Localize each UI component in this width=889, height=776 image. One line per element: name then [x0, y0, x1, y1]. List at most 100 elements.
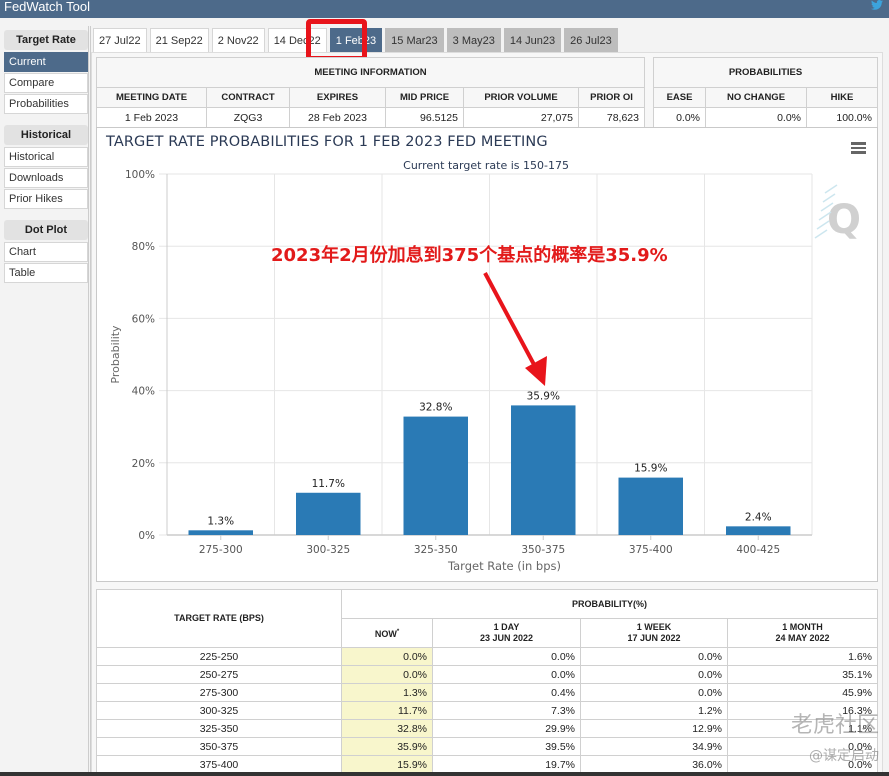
- probability-cell: 29.9%: [432, 719, 581, 738]
- col-1-month: 1 MONTH 24 MAY 2022: [727, 618, 878, 648]
- annotation-arrow-head: [525, 356, 547, 386]
- sidebar-item-current[interactable]: Current: [4, 52, 88, 72]
- watermark: 老虎社区: [790, 713, 879, 738]
- col-contract: CONTRACT: [206, 87, 290, 108]
- probability-cell: 1.6%: [727, 647, 878, 666]
- target-rate-cell: 375-400: [96, 755, 342, 774]
- y-tick-label: 60%: [132, 313, 155, 325]
- annotation-text: 2023年2月份加息到375个基点的概率是35.9%: [271, 245, 668, 266]
- x-tick-label: 300-325: [306, 544, 350, 556]
- col-mid-price: MID PRICE: [385, 87, 464, 108]
- watermark-handle: @谋定启动: [809, 748, 879, 764]
- data-label: 15.9%: [634, 463, 667, 475]
- col-now: NOW*: [341, 618, 433, 648]
- target-rate-cell: 275-300: [96, 683, 342, 702]
- tab-21-sep22[interactable]: 21 Sep22: [149, 28, 209, 52]
- probability-group-heading: PROBABILITY(%): [341, 589, 878, 619]
- table-row: 325-350 32.8% 29.9% 12.9% 1.1%: [96, 719, 878, 738]
- probability-history-table: TARGET RATE (BPS) PROBABILITY(%) NOW* 1 …: [96, 589, 878, 774]
- bar-350-375: [511, 405, 576, 535]
- target-rate-cell: 225-250: [96, 647, 342, 666]
- probability-cell: 0.0%: [341, 665, 433, 684]
- tab-3-may23[interactable]: 3 May23: [446, 28, 501, 52]
- tab-27-jul22[interactable]: 27 Jul22: [93, 28, 147, 52]
- prior-volume-value: 27,075: [463, 107, 579, 128]
- bar-375-400: [618, 477, 683, 535]
- col-1-day: 1 DAY 23 JUN 2022: [432, 618, 581, 648]
- sidebar-item-downloads[interactable]: Downloads: [4, 168, 88, 188]
- probability-cell: 12.9%: [580, 719, 728, 738]
- sidebar-item-table[interactable]: Table: [4, 263, 88, 283]
- hamburger-menu-icon[interactable]: [851, 142, 866, 154]
- y-tick-label: 100%: [125, 169, 155, 181]
- x-tick-label: 325-350: [414, 544, 458, 556]
- col-prior-oi: PRIOR OI: [578, 87, 645, 108]
- probability-cell: 0.4%: [432, 683, 581, 702]
- sidebar-item-compare[interactable]: Compare: [4, 73, 88, 93]
- col-hike: HIKE: [806, 87, 878, 108]
- bar-275-300: [188, 530, 253, 535]
- sidebar-item-prior-hikes[interactable]: Prior Hikes: [4, 189, 88, 209]
- y-tick-label: 40%: [132, 386, 155, 398]
- sidebar-heading-historical: Historical: [4, 125, 88, 145]
- meeting-info-table: MEETING INFORMATION MEETING DATE CONTRAC…: [96, 57, 645, 128]
- bar-400-425: [726, 526, 791, 535]
- probability-cell: 0.0%: [580, 647, 728, 666]
- no-change-value: 0.0%: [705, 107, 807, 128]
- probability-cell: 45.9%: [727, 683, 878, 702]
- probability-cell: 15.9%: [341, 755, 433, 774]
- probability-cell: 1.3%: [341, 683, 433, 702]
- table-row: 300-325 11.7% 7.3% 1.2% 16.3%: [96, 701, 878, 720]
- probabilities-table: PROBABILITIES EASE NO CHANGE HIKE 0.0% 0…: [653, 57, 878, 128]
- probability-cell: 0.0%: [432, 665, 581, 684]
- tab-14-dec22[interactable]: 14 Dec22: [267, 28, 327, 52]
- table-row: 275-300 1.3% 0.4% 0.0% 45.9%: [96, 683, 878, 702]
- annotation-arrow-shaft: [483, 272, 540, 373]
- tab-14-jun23[interactable]: 14 Jun23: [503, 28, 562, 52]
- y-tick-label: 20%: [132, 458, 155, 470]
- probability-cell: 11.7%: [341, 701, 433, 720]
- data-label: 35.9%: [527, 390, 560, 402]
- twitter-icon[interactable]: [871, 0, 883, 10]
- target-rate-cell: 350-375: [96, 737, 342, 756]
- tab-15-mar23[interactable]: 15 Mar23: [385, 28, 444, 52]
- tab-2-nov22[interactable]: 2 Nov22: [211, 28, 265, 52]
- probability-cell: 35.1%: [727, 665, 878, 684]
- contract-value: ZQG3: [206, 107, 290, 128]
- data-label: 32.8%: [419, 402, 452, 414]
- col-ease: EASE: [653, 87, 706, 108]
- table-row: 225-250 0.0% 0.0% 0.0% 1.6%: [96, 647, 878, 666]
- mid-price-value: 96.5125: [385, 107, 464, 128]
- bar-chart: 0% 20% 40% 60% 80% 100% 1.3% 275-300 11.7% 300-32…: [109, 169, 861, 573]
- sidebar-heading-dot-plot: Dot Plot: [4, 220, 88, 240]
- probability-cell: 1.2%: [580, 701, 728, 720]
- table-row: 250-275 0.0% 0.0% 0.0% 35.1%: [96, 665, 878, 684]
- x-axis-label: Target Rate (in bps): [447, 559, 561, 573]
- target-rate-cell: 300-325: [96, 701, 342, 720]
- meeting-tabs: 27 Jul22 21 Sep22 2 Nov22 14 Dec22 1 Feb…: [93, 28, 618, 52]
- chart-container: 0% 20% 40% 60% 80% 100% 1.3% 275-300 11.7% 300-32…: [96, 127, 878, 582]
- probability-cell: 0.0%: [580, 683, 728, 702]
- probability-cell: 35.9%: [341, 737, 433, 756]
- y-tick-label: 80%: [132, 241, 155, 253]
- probability-cell: 19.7%: [432, 755, 581, 774]
- sidebar-heading-target-rate: Target Rate: [4, 30, 88, 50]
- data-label: 2.4%: [745, 511, 772, 523]
- probability-cell: 0.0%: [580, 665, 728, 684]
- probability-cell: 7.3%: [432, 701, 581, 720]
- sidebar-item-chart[interactable]: Chart: [4, 242, 88, 262]
- probability-cell: 0.0%: [341, 647, 433, 666]
- sidebar-item-historical[interactable]: Historical: [4, 147, 88, 167]
- sidebar-item-probabilities[interactable]: Probabilities: [4, 94, 88, 114]
- data-label: 1.3%: [207, 515, 234, 527]
- tab-26-jul23[interactable]: 26 Jul23: [564, 28, 618, 52]
- logo-stripe: [824, 184, 838, 194]
- y-axis-label: Probability: [109, 325, 122, 384]
- tab-1-feb23[interactable]: 1 Feb23: [329, 28, 383, 52]
- bar-325-350: [403, 416, 468, 535]
- expires-value: 28 Feb 2023: [289, 107, 386, 128]
- col-meeting-date: MEETING DATE: [96, 87, 207, 108]
- data-label: 11.7%: [312, 478, 345, 490]
- col-no-change: NO CHANGE: [705, 87, 807, 108]
- probabilities-heading: PROBABILITIES: [653, 57, 878, 88]
